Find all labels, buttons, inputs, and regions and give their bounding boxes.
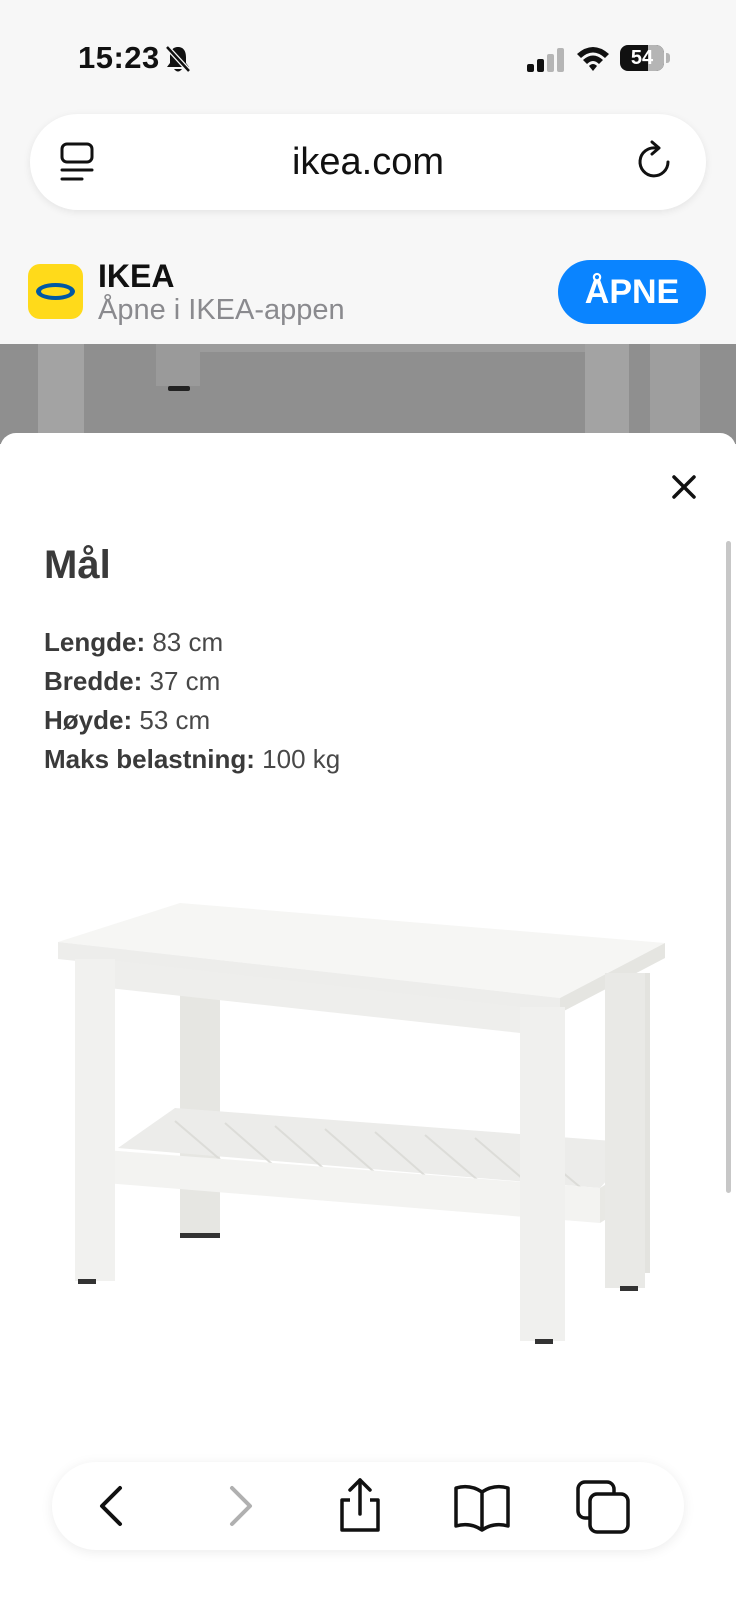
background-product-image xyxy=(0,344,736,444)
app-subtitle: Åpne i IKEA-appen xyxy=(98,294,345,326)
dimensions-sheet: Mål Lengde: 83 cm Bredde: 37 cm Høyde: 5… xyxy=(0,433,736,1600)
reload-icon[interactable] xyxy=(634,140,678,184)
back-icon[interactable] xyxy=(84,1476,144,1536)
close-icon[interactable] xyxy=(662,465,706,509)
battery-indicator: 54 xyxy=(620,45,664,71)
smart-app-banner: IKEA Åpne i IKEA-appen ÅPNE xyxy=(0,238,736,344)
cellular-signal-icon xyxy=(527,48,564,72)
dimension-label: Lengde: xyxy=(44,627,146,657)
dimension-value: 37 cm xyxy=(149,666,221,696)
dimension-row: Lengde: 83 cm xyxy=(44,627,340,666)
bell-slash-icon xyxy=(165,45,191,73)
dimension-value: 53 cm xyxy=(139,705,211,735)
scroll-indicator[interactable] xyxy=(726,541,731,1193)
dimension-row: Bredde: 37 cm xyxy=(44,666,340,705)
dimension-row: Maks belastning: 100 kg xyxy=(44,744,340,783)
battery-tip xyxy=(666,53,670,63)
dimension-label: Høyde: xyxy=(44,705,133,735)
dimension-value: 100 kg xyxy=(262,744,341,774)
url-text[interactable]: ikea.com xyxy=(30,114,706,210)
battery-level: 54 xyxy=(630,47,654,69)
app-name: IKEA xyxy=(98,258,175,294)
bookmarks-icon[interactable] xyxy=(452,1476,512,1536)
open-app-button[interactable]: ÅPNE xyxy=(558,260,706,324)
ikea-app-icon xyxy=(28,264,83,319)
dimension-value: 83 cm xyxy=(152,627,224,657)
status-bar: 15:23 54 xyxy=(0,0,736,110)
page-menu-icon[interactable] xyxy=(58,140,98,184)
status-time: 15:23 xyxy=(78,40,160,75)
address-bar[interactable]: ikea.com xyxy=(30,114,706,210)
bench-product-image xyxy=(58,903,665,1344)
wifi-icon xyxy=(577,47,609,71)
tabs-icon[interactable] xyxy=(574,1476,634,1536)
forward-icon[interactable] xyxy=(208,1476,268,1536)
sheet-title: Mål xyxy=(44,543,111,587)
share-icon[interactable] xyxy=(330,1476,390,1536)
browser-toolbar xyxy=(52,1462,684,1550)
dimension-row: Høyde: 53 cm xyxy=(44,705,340,744)
dimensions-list: Lengde: 83 cm Bredde: 37 cm Høyde: 53 cm… xyxy=(44,627,340,783)
dimension-label: Bredde: xyxy=(44,666,143,696)
dimension-label: Maks belastning: xyxy=(44,744,255,774)
